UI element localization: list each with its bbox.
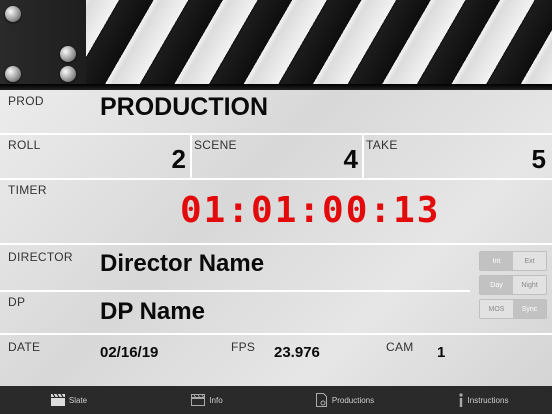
scene-label: SCENE <box>194 138 237 152</box>
dp-name[interactable]: DP Name <box>100 298 205 326</box>
scene-value[interactable]: 4 <box>320 144 358 175</box>
info-icon <box>458 393 464 407</box>
roll-label: ROLL <box>8 138 41 152</box>
hinge-bolt-icon <box>60 66 76 82</box>
production-name[interactable]: PRODUCTION <box>100 93 268 122</box>
date-label: DATE <box>8 340 41 354</box>
take-value[interactable]: 5 <box>506 144 546 175</box>
tab-label: Info <box>209 395 223 405</box>
divider <box>0 333 552 335</box>
director-label: DIRECTOR <box>8 250 73 264</box>
divider <box>362 134 364 178</box>
prod-label: PROD <box>8 94 44 108</box>
clapperboard-outline-icon <box>191 394 206 406</box>
fps-value[interactable]: 23.976 <box>274 344 320 361</box>
tab-info[interactable]: Info <box>138 386 276 414</box>
hinge-bolt-icon <box>5 66 21 82</box>
day-option[interactable]: Day <box>480 276 513 294</box>
director-name[interactable]: Director Name <box>100 250 264 278</box>
clapper-arm[interactable] <box>0 0 552 90</box>
cam-label: CAM <box>386 340 414 354</box>
divider <box>0 290 470 292</box>
hinge-bolt-icon <box>5 6 21 22</box>
int-ext-toggle[interactable]: Int Ext <box>479 251 547 271</box>
roll-value[interactable]: 2 <box>150 144 186 175</box>
hinge-bolt-icon <box>60 46 76 62</box>
tab-productions[interactable]: Productions <box>276 386 414 414</box>
int-option[interactable]: Int <box>480 252 513 270</box>
tab-label: Productions <box>331 395 375 405</box>
take-label: TAKE <box>366 138 398 152</box>
divider <box>0 178 552 180</box>
dp-label: DP <box>8 295 26 309</box>
divider <box>190 134 192 178</box>
slate-board: PROD PRODUCTION ROLL 2 SCENE 4 TAKE 5 TI… <box>0 90 552 386</box>
cam-value[interactable]: 1 <box>437 344 445 361</box>
divider <box>0 133 552 135</box>
date-value[interactable]: 02/16/19 <box>100 344 158 361</box>
fps-label: FPS <box>231 340 256 354</box>
timer-label: TIMER <box>8 183 47 197</box>
mos-option[interactable]: MOS <box>480 300 513 318</box>
day-night-toggle[interactable]: Day Night <box>479 275 547 295</box>
ext-option[interactable]: Ext <box>513 252 546 270</box>
document-gear-icon <box>315 393 328 407</box>
clapperboard-icon <box>50 394 65 406</box>
tab-bar: Slate Info Productions Instructions <box>0 386 552 414</box>
timecode-display[interactable]: 01:01:00:13 <box>180 190 480 231</box>
night-option[interactable]: Night <box>513 276 546 294</box>
sync-option[interactable]: Sync <box>513 300 546 318</box>
tab-instructions[interactable]: Instructions <box>414 386 552 414</box>
tab-label: Instructions <box>467 395 509 405</box>
tab-label: Slate <box>68 395 88 405</box>
divider <box>0 243 552 245</box>
tab-slate[interactable]: Slate <box>0 386 138 414</box>
mos-sync-toggle[interactable]: MOS Sync <box>479 299 547 319</box>
